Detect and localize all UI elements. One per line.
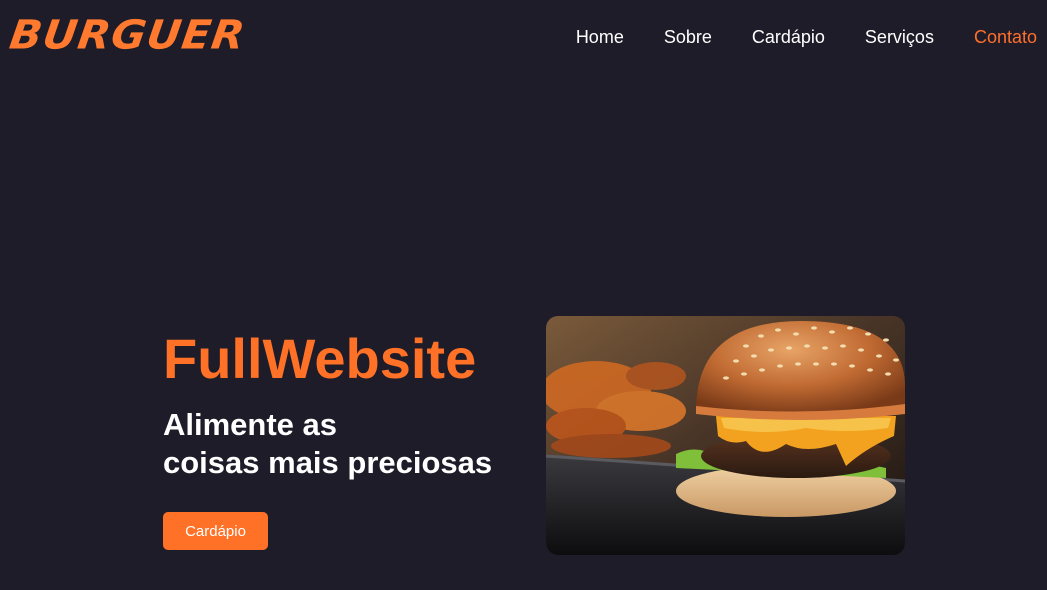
hero-subtitle-line-1: Alimente as — [163, 407, 338, 442]
logo[interactable]: BURGUER — [7, 11, 249, 58]
nav-link-home[interactable]: Home — [576, 26, 624, 48]
page: BURGUER Home Sobre Cardápio Serviços Con… — [0, 0, 1047, 590]
nav-link-contato[interactable]: Contato — [974, 26, 1037, 48]
nav-link-sobre[interactable]: Sobre — [664, 26, 712, 48]
menu-button[interactable]: Cardápio — [163, 512, 268, 550]
burger-image — [546, 316, 905, 555]
nav-link-cardapio[interactable]: Cardápio — [752, 26, 825, 48]
main-nav: Home Sobre Cardápio Serviços Contato — [576, 26, 1037, 48]
hero-title: FullWebsite — [163, 327, 477, 390]
hero-subtitle-line-2: coisas mais preciosas — [163, 445, 493, 480]
hero-subtitle: Alimente as coisas mais preciosas — [163, 406, 523, 482]
nav-link-servicos[interactable]: Serviços — [865, 26, 934, 48]
